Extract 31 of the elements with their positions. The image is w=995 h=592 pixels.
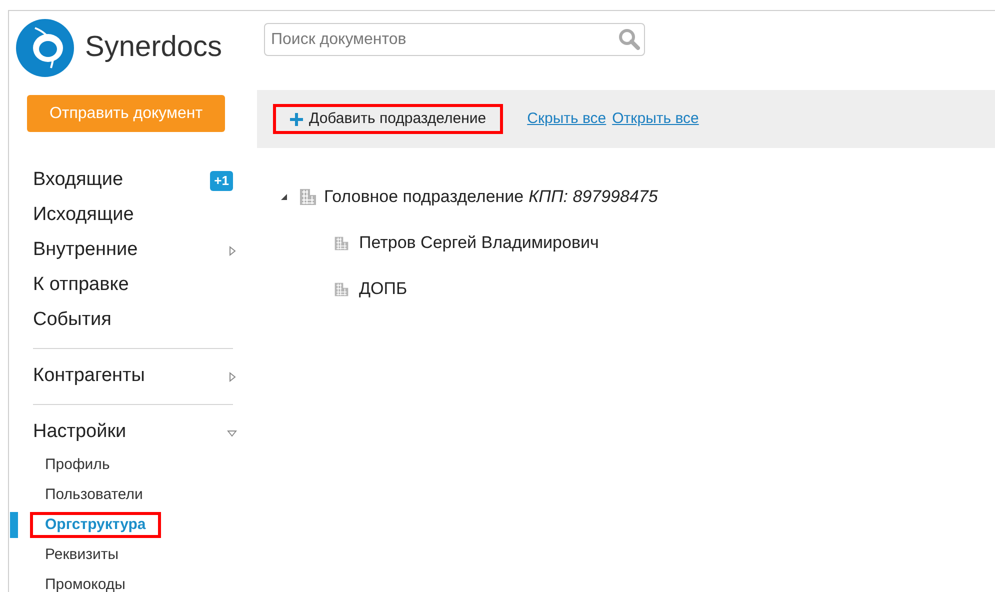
logo-icon — [15, 18, 75, 78]
nav-subitem[interactable]: Профиль — [30, 452, 125, 478]
tree-node-label[interactable]: Головное подразделение — [324, 184, 524, 210]
toolbar-link[interactable]: Открыть все — [612, 108, 699, 130]
nav-subitem[interactable]: Промокоды — [30, 572, 140, 592]
tree-node-label[interactable]: ДОПБ — [359, 276, 408, 302]
kpp-text: КПП: 897998475 — [528, 186, 658, 208]
nav-subitem[interactable]: Оргструктура — [30, 512, 161, 538]
nav-item[interactable]: Настройки — [33, 418, 227, 447]
nav-item[interactable]: Внутренние — [33, 236, 227, 265]
nav-subitem[interactable]: Пользователи — [30, 482, 158, 508]
nav-item[interactable]: К отправке — [33, 271, 237, 300]
expand-caret-icon[interactable] — [227, 372, 237, 382]
building-icon — [334, 282, 349, 296]
collapse-caret-icon[interactable] — [280, 193, 288, 201]
toolbar-link[interactable]: Скрыть все — [527, 108, 606, 130]
building-icon — [334, 236, 349, 250]
building-icon — [299, 188, 317, 206]
expand-caret-icon[interactable] — [227, 246, 237, 256]
nav-item[interactable]: Входящие — [33, 166, 210, 195]
add-department-button[interactable]: Добавить подразделение — [273, 104, 504, 134]
count-badge: +1 — [210, 170, 233, 190]
nav-item[interactable]: События — [33, 306, 237, 335]
logo-text: Synerdocs — [85, 30, 224, 65]
plus-icon — [290, 112, 303, 126]
nav-subitem[interactable]: Реквизиты — [30, 542, 134, 568]
search-icon[interactable] — [618, 28, 640, 50]
nav-item[interactable]: Исходящие — [33, 201, 237, 230]
search-field[interactable]: Поиск документов — [264, 23, 645, 56]
nav-item[interactable]: Контрагенты — [33, 362, 227, 391]
tree-node-label[interactable]: Петров Сергей Владимирович — [359, 230, 599, 256]
